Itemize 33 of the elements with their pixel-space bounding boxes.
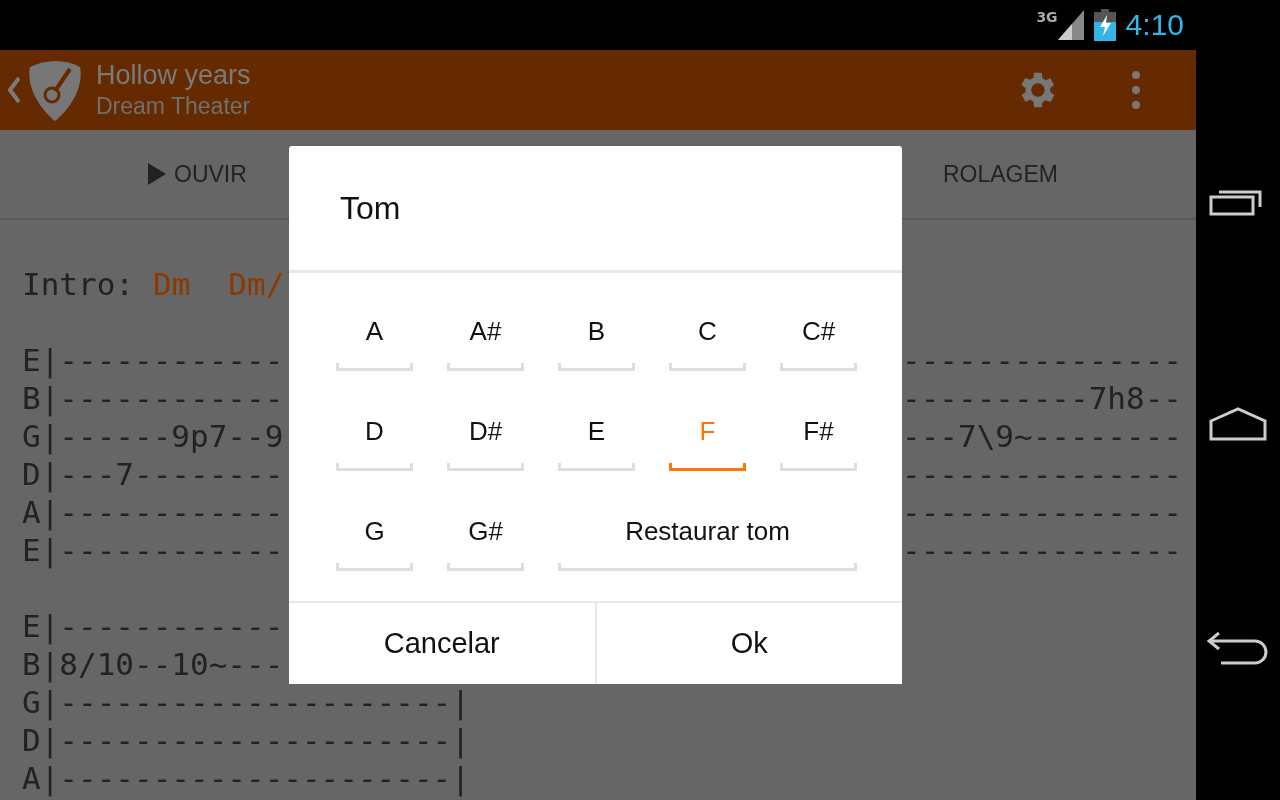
home-icon[interactable]: [1209, 407, 1267, 441]
overflow-menu-icon[interactable]: [1131, 70, 1141, 110]
key-button[interactable]: B: [558, 295, 635, 371]
key-button[interactable]: G#: [447, 495, 524, 571]
key-button[interactable]: E: [558, 395, 635, 471]
ok-button[interactable]: Ok: [594, 603, 902, 684]
key-button[interactable]: F#: [780, 395, 857, 471]
tab-line: ---------------: [902, 345, 1183, 375]
key-button[interactable]: A: [336, 295, 413, 371]
artist-name: Dream Theater: [96, 92, 252, 121]
song-title: Hollow years: [96, 59, 252, 91]
tab-line: ----------7h8--: [902, 383, 1183, 413]
tab-line: ---------------: [902, 535, 1183, 565]
key-button[interactable]: C#: [780, 295, 857, 371]
reset-key-button[interactable]: Restaurar tom: [558, 495, 857, 571]
clock-time: 4:10: [1125, 8, 1184, 42]
network-label: 3G: [1036, 9, 1058, 25]
key-button[interactable]: G: [336, 495, 413, 571]
key-button[interactable]: C: [669, 295, 746, 371]
play-icon: [148, 163, 166, 185]
back-chevron-icon[interactable]: [8, 76, 20, 104]
tab-line: ---------------: [902, 459, 1183, 489]
key-button[interactable]: D#: [447, 395, 524, 471]
dialog-title: Tom: [289, 146, 902, 273]
battery-charging-icon: [1093, 9, 1116, 41]
signal-icon: [1057, 10, 1084, 40]
guitar-pick-icon: [26, 59, 84, 121]
intro-label: Intro:: [22, 265, 134, 303]
back-icon[interactable]: [1207, 631, 1269, 665]
tab-line: ---7\9~--------: [902, 421, 1183, 451]
tab-line: ---------------: [902, 497, 1183, 527]
key-button[interactable]: D: [336, 395, 413, 471]
key-button[interactable]: A#: [447, 295, 524, 371]
